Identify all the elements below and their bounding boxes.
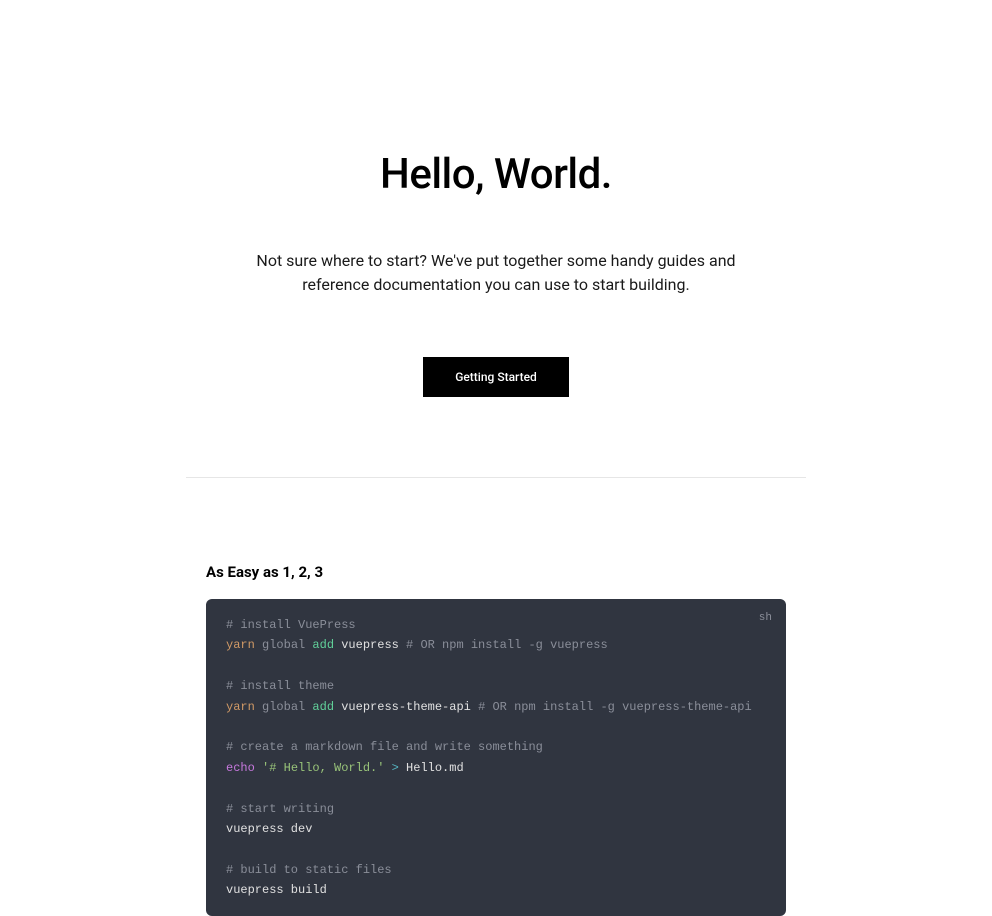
getting-started-button[interactable]: Getting Started <box>423 357 569 397</box>
code-line: # install VuePress <box>226 615 766 635</box>
code-line: vuepress dev <box>226 819 766 839</box>
code-line: vuepress build <box>226 880 766 900</box>
code-line: # build to static files <box>226 860 766 880</box>
code-line: yarn global add vuepress # OR npm instal… <box>226 635 766 655</box>
code-blank-line <box>226 656 766 676</box>
code-line: yarn global add vuepress-theme-api # OR … <box>226 697 766 717</box>
code-blank-line <box>226 839 766 859</box>
code-line: # install theme <box>226 676 766 696</box>
code-blank-line <box>226 717 766 737</box>
code-line: # create a markdown file and write somet… <box>226 737 766 757</box>
code-language-badge: sh <box>759 609 772 628</box>
code-block: sh # install VuePress yarn global add vu… <box>206 599 786 916</box>
easy-section: As Easy as 1, 2, 3 sh # install VuePress… <box>206 478 786 916</box>
code-line: # start writing <box>226 799 766 819</box>
code-line: echo '# Hello, World.' > Hello.md <box>226 758 766 778</box>
code-blank-line <box>226 778 766 798</box>
section-title: As Easy as 1, 2, 3 <box>206 563 786 581</box>
page-description: Not sure where to start? We've put toget… <box>236 249 756 297</box>
page-title: Hello, World. <box>0 150 992 199</box>
hero-section: Hello, World. Not sure where to start? W… <box>0 0 992 477</box>
